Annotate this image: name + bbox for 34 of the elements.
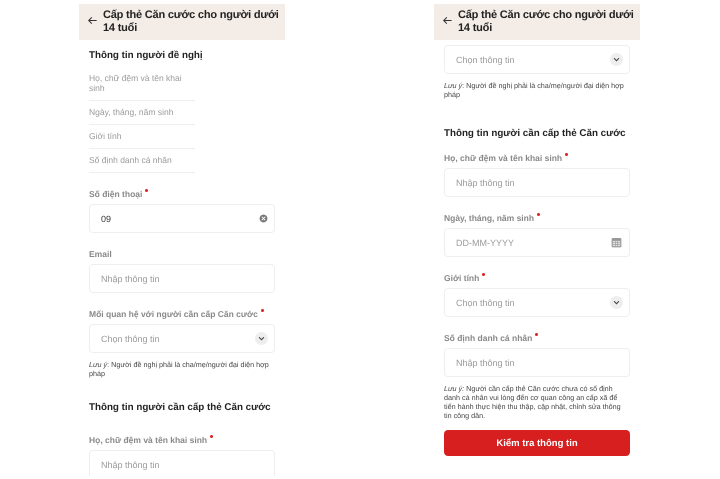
chevron-down-icon[interactable] — [610, 296, 623, 309]
info-row: Giới tính — [89, 125, 195, 149]
field-label: Họ, chữ đệm và tên khai sinh — [444, 153, 630, 163]
input-field[interactable]: Nhập thông tin — [89, 450, 275, 476]
section-heading: Thông tin người cần cấp thẻ Căn cước — [89, 402, 272, 413]
section-heading: Thông tin người đề nghị — [89, 50, 204, 61]
calendar-icon[interactable] — [610, 236, 623, 249]
input-field[interactable]: 09 — [89, 204, 275, 233]
field-label: Ngày, tháng, năm sinh — [444, 213, 630, 223]
field-label: Giới tính — [444, 273, 630, 283]
info-row: Ngày, tháng, năm sinh — [89, 101, 195, 125]
select-field[interactable]: Chọn thông tin — [444, 45, 630, 74]
info-row: Họ, chữ đệm và tên khai sinh — [89, 67, 195, 101]
field-label: Số điện thoại — [89, 189, 275, 199]
input-field[interactable]: Nhập thông tin — [444, 348, 630, 377]
back-arrow-icon[interactable] — [442, 15, 453, 26]
field-label: Họ, chữ đệm và tên khai sinh — [89, 435, 275, 445]
chevron-down-icon[interactable] — [255, 332, 268, 345]
chevron-down-icon[interactable] — [610, 53, 623, 66]
input-field[interactable]: Nhập thông tin — [89, 264, 275, 293]
select-field[interactable]: Chọn thông tin — [89, 324, 275, 353]
input-field[interactable]: Nhập thông tin — [444, 168, 630, 197]
info-row: Số định danh cá nhân — [89, 149, 195, 173]
screen-title: Cấp thẻ Căn cước cho người dưới 14 tuổi — [458, 9, 635, 35]
field-label: Số định danh cá nhân — [444, 333, 630, 343]
back-arrow-icon[interactable] — [87, 15, 98, 26]
clear-icon[interactable] — [259, 214, 268, 223]
select-field[interactable]: Chọn thông tin — [444, 288, 630, 317]
section-heading: Thông tin người cần cấp thẻ Căn cước — [444, 128, 627, 139]
screen-title: Cấp thẻ Căn cước cho người dưới 14 tuổi — [103, 9, 280, 35]
check-button[interactable]: Kiểm tra thông tin — [444, 430, 630, 456]
field-label: Email — [89, 249, 113, 259]
field-label: Mối quan hệ với người cần cấp Căn cước — [89, 309, 275, 319]
date-field[interactable]: DD-MM-YYYY — [444, 228, 630, 257]
